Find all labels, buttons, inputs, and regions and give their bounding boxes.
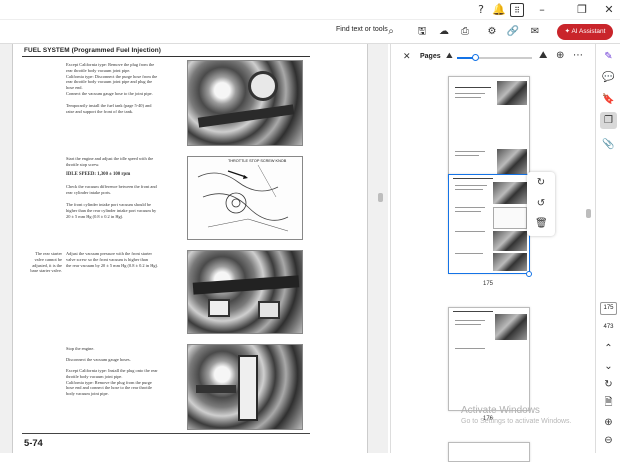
para-5: The front cylinder intake port vacuum sh…: [66, 202, 157, 219]
idle-speed-spec: IDLE SPEED: 1,300 ± 100 rpm: [66, 172, 131, 177]
document-viewport[interactable]: FUEL SYSTEM (Programmed Fuel Injection) …: [0, 44, 388, 453]
para-8: Disconnect the vacuum gauge hoses.: [66, 357, 131, 362]
photo-starter-valve: [187, 250, 303, 334]
page-thumbnail[interactable]: [448, 76, 530, 180]
ai-assistant-label: AI Assistant: [571, 28, 606, 35]
activate-windows-title: Activate Windows: [461, 405, 540, 416]
throttle-callout: THROTTLE STOP SCREW KNOB: [228, 159, 287, 163]
thumbnail-label: 175: [482, 281, 493, 287]
para-9: Except California type: Install the plug…: [66, 368, 158, 397]
delete-page-icon[interactable]: 🗑: [535, 218, 548, 230]
para-7: Stop the engine.: [66, 346, 95, 351]
notifications-icon[interactable]: 🔔: [492, 3, 506, 17]
refresh-icon[interactable]: ↻: [602, 378, 615, 391]
activate-windows-subtitle: Go to Settings to activate Windows.: [461, 418, 572, 425]
pages-scroll-thumb[interactable]: [586, 209, 591, 218]
zoom-out-icon[interactable]: ⊖: [602, 434, 615, 447]
review-icon[interactable]: ⚙: [485, 25, 499, 39]
bottom-rule: [22, 433, 310, 434]
ai-assistant-button[interactable]: ✦ AI Assistant: [557, 24, 613, 40]
pages-scrollbar[interactable]: [584, 44, 593, 453]
previous-page-icon[interactable]: ⌃: [602, 342, 615, 355]
thumbnail-size-slider[interactable]: [457, 54, 532, 61]
page-thumbnail-selected[interactable]: [448, 174, 530, 274]
apps-grid-icon[interactable]: ⠿: [510, 3, 524, 17]
close-window-icon[interactable]: ✕: [602, 3, 616, 17]
insert-page-icon[interactable]: ⊕: [556, 50, 564, 61]
attachment-icon[interactable]: 📎: [602, 138, 615, 151]
document-scroll-thumb[interactable]: [378, 193, 383, 202]
pages-panel-title: Pages: [420, 53, 441, 60]
email-icon[interactable]: ✉: [528, 25, 542, 39]
thumbnail-tools: ↻ ↺ 🗑: [527, 172, 555, 236]
right-tool-rail: ✎ 💬 🔖 ❐ 📎 175 473 ⌃ ⌄ ↻ 🗎 ⊕ ⊖: [595, 44, 620, 453]
pages-thumbnails-icon[interactable]: ❐: [600, 112, 617, 129]
link-icon[interactable]: 🔗: [506, 25, 520, 39]
search-icon[interactable]: ⌕: [384, 25, 398, 39]
title-rule: [22, 56, 310, 57]
slider-knob[interactable]: [472, 54, 479, 61]
diagram-throttle-stop: THROTTLE STOP SCREW KNOB: [187, 156, 303, 240]
next-page-icon[interactable]: ⌄: [602, 360, 615, 373]
save-icon[interactable]: 🖫: [415, 25, 429, 39]
zoom-in-thumbs-icon[interactable]: ⛰: [539, 50, 547, 61]
restore-icon[interactable]: ❐: [575, 3, 589, 17]
para-6: Adjust the vacuum pressure with the fron…: [66, 251, 159, 268]
upload-cloud-icon[interactable]: ☁: [437, 25, 451, 39]
find-text-label[interactable]: Find text or tools: [336, 26, 388, 33]
edit-pdf-icon[interactable]: ✎: [602, 50, 615, 63]
title-bar: ? 🔔 ⠿ – ❐ ✕: [0, 0, 620, 20]
close-panel-icon[interactable]: ✕: [403, 52, 411, 62]
help-icon[interactable]: ?: [474, 3, 488, 17]
zoom-in-icon[interactable]: ⊕: [602, 416, 615, 429]
page-number: 5-74: [24, 437, 43, 448]
total-pages: 473: [603, 324, 614, 330]
current-page-box[interactable]: 175: [600, 302, 617, 315]
section-title: FUEL SYSTEM (Programmed Fuel Injection): [24, 47, 161, 54]
pages-panel: ✕ Pages ⛰ ⛰ ⊕ ⋯ 174 175: [390, 44, 596, 462]
side-note: The rear starter valve cannot be adjusted,…: [30, 251, 62, 274]
page-fit-icon[interactable]: 🗎: [602, 396, 615, 409]
pages-panel-header: ✕ Pages ⛰ ⛰ ⊕ ⋯: [391, 44, 596, 72]
resize-handle[interactable]: [526, 271, 532, 277]
zoom-out-thumbs-icon[interactable]: ⛰: [446, 51, 453, 61]
para-2: Temporarily install the fuel tank (page …: [66, 103, 152, 114]
photo-purge-hose: [187, 344, 303, 430]
document-page: FUEL SYSTEM (Programmed Fuel Injection) …: [12, 44, 368, 453]
rotate-clockwise-icon[interactable]: ↻: [535, 177, 547, 189]
comment-icon[interactable]: 💬: [602, 71, 615, 84]
page-thumbnail[interactable]: [448, 307, 530, 411]
para-4: Check the vacuum difference between the …: [66, 184, 157, 195]
minimize-icon[interactable]: –: [535, 3, 549, 17]
rotate-counterclockwise-icon[interactable]: ↺: [535, 198, 547, 210]
photo-vacuum-joint: [187, 60, 303, 146]
para-3: Start the engine and adjust the idle spe…: [66, 156, 154, 167]
more-options-icon[interactable]: ⋯: [573, 50, 583, 61]
top-toolbar: Find text or tools ⌕ 🖫 ☁ ⎙ ⚙ 🔗 ✉ ✦ AI As…: [0, 20, 620, 44]
bookmark-icon[interactable]: 🔖: [602, 93, 615, 106]
throttle-diagram-drawing: [197, 164, 289, 232]
document-scrollbar[interactable]: [376, 44, 385, 453]
para-1: Except California type: Remove the plug …: [66, 62, 158, 96]
print-icon[interactable]: ⎙: [458, 25, 472, 39]
page-thumbnail[interactable]: [448, 442, 530, 462]
